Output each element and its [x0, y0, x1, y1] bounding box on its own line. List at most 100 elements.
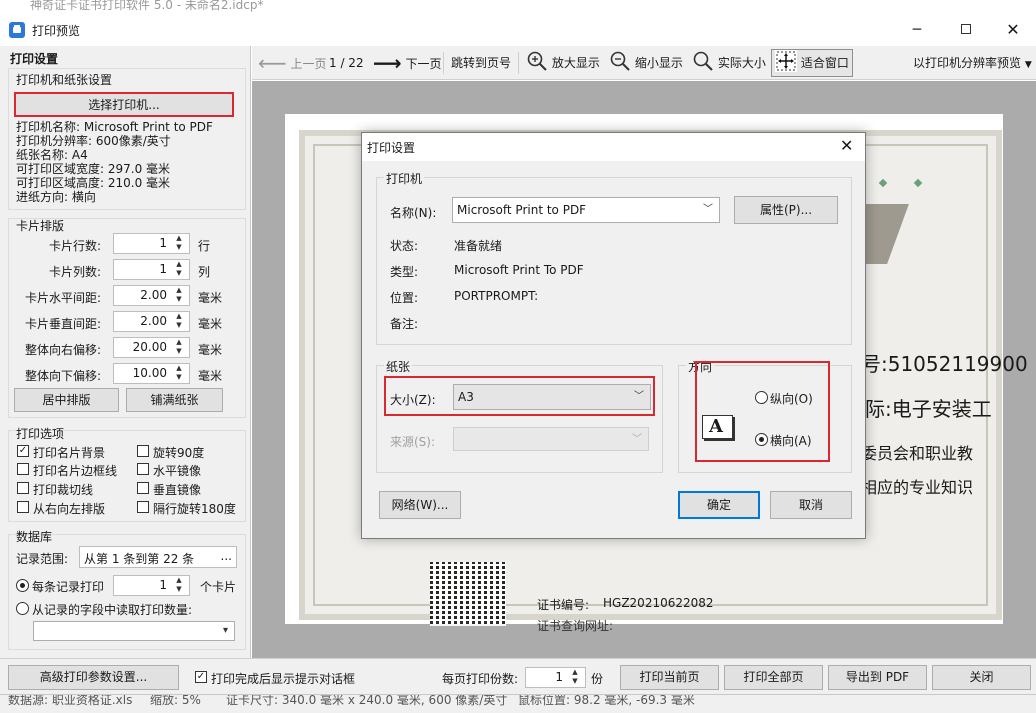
next-page-button[interactable]: ⟶ 下一页: [373, 48, 442, 78]
vmirror-checkbox[interactable]: [137, 482, 149, 494]
zoom-in-label: 放大显示: [551, 56, 600, 70]
alt-rotate-label: 隔行旋转180度: [153, 502, 236, 516]
offset-down-unit: 毫米: [198, 369, 223, 383]
copies-spinner[interactable]: 1 ▲ ▼: [525, 667, 586, 688]
print-current-button[interactable]: 打印当前页: [620, 665, 719, 690]
status-zoom: 缩放: 5%: [150, 694, 201, 707]
maximize-button[interactable]: [942, 14, 988, 46]
spinner-arrows-icon[interactable]: ▲ ▼: [173, 234, 185, 253]
rtl-layout-checkbox[interactable]: [17, 501, 29, 513]
resolution-preview-dropdown[interactable]: 以打印机分辨率预览 ▼: [913, 48, 1032, 78]
zoom-in-button[interactable]: 放大显示: [526, 48, 600, 78]
v-spacing-label: 卡片垂直间距:: [25, 317, 102, 331]
fit-window-button[interactable]: 适合窗口: [771, 49, 853, 77]
dialog-ok-button[interactable]: 确定: [678, 491, 760, 519]
cols-spinner[interactable]: 1 ▲ ▼: [113, 259, 190, 280]
prev-page-button[interactable]: ⟵ 上一页: [258, 48, 327, 78]
minimize-icon: ─: [912, 22, 922, 38]
fit-window-icon: [775, 50, 797, 72]
show-prompt-checkbox[interactable]: ✓: [195, 671, 207, 683]
offset-right-spinner[interactable]: 20.00 ▲ ▼: [113, 337, 190, 358]
dialog-source-label: 来源(S):: [390, 435, 436, 449]
vmirror-label: 垂直镜像: [153, 483, 202, 497]
dialog-properties-button[interactable]: 属性(P)...: [734, 196, 838, 224]
each-record-spinner[interactable]: 1 ▲ ▼: [113, 575, 190, 596]
close-window-button[interactable]: ✕: [990, 14, 1036, 46]
v-spacing-unit: 毫米: [198, 317, 223, 331]
range-field[interactable]: 从第 1 条到第 22 条 ...: [79, 546, 237, 568]
spinner-arrows-icon[interactable]: ▲ ▼: [173, 260, 185, 279]
printer-info-width: 可打印区域宽度: 297.0 毫米: [16, 162, 171, 176]
spinner-arrows-icon[interactable]: ▲ ▼: [173, 364, 185, 383]
jump-page-button[interactable]: 跳转到页号: [451, 48, 511, 78]
dialog-cancel-button[interactable]: 取消: [770, 491, 852, 519]
copies-label: 每页打印份数:: [442, 672, 519, 686]
zoom-out-button[interactable]: 缩小显示: [609, 48, 683, 78]
app-icon: [9, 22, 25, 38]
h-spacing-label: 卡片水平间距:: [25, 291, 102, 305]
zoom-in-icon: [526, 50, 548, 72]
dialog-title: 打印设置: [367, 141, 416, 155]
v-spacing-spinner[interactable]: 2.00 ▲ ▼: [113, 311, 190, 332]
fit-window-label: 适合窗口: [800, 56, 849, 70]
chevron-down-icon: ﹀: [632, 434, 642, 445]
zoom-out-label: 缩小显示: [634, 56, 683, 70]
dialog-printer-value: Microsoft Print to PDF: [457, 203, 587, 217]
qr-code: [430, 562, 506, 626]
range-label: 记录范围:: [16, 552, 69, 566]
dialog-name-label: 名称(N):: [390, 206, 437, 220]
export-pdf-button[interactable]: 导出到 PDF: [828, 665, 927, 690]
from-field-radio[interactable]: [16, 602, 29, 615]
minimize-button[interactable]: ─: [894, 14, 940, 46]
dialog-printer-select[interactable]: Microsoft Print to PDF ﹀: [452, 197, 720, 223]
arrow-right-icon: ⟶: [373, 51, 402, 75]
printer-info-resolution: 打印机分辨率: 600像素/英寸: [16, 134, 171, 148]
print-border-checkbox[interactable]: [17, 463, 29, 475]
alt-rotate-checkbox[interactable]: [137, 501, 149, 513]
cols-unit: 列: [198, 265, 211, 279]
hmirror-checkbox[interactable]: [137, 463, 149, 475]
title-bar: 打印预览 ─ ✕: [0, 14, 1036, 46]
fill-paper-button[interactable]: 铺满纸张: [126, 388, 223, 412]
print-all-button[interactable]: 打印全部页: [724, 665, 823, 690]
print-cutline-checkbox[interactable]: [17, 482, 29, 494]
dialog-source-select[interactable]: ﹀: [453, 427, 649, 451]
spinner-arrows-icon[interactable]: ▲ ▼: [173, 312, 185, 331]
field-select[interactable]: ▾: [33, 621, 235, 641]
spinner-arrows-icon[interactable]: ▲ ▼: [569, 668, 581, 687]
printer-info-name: 打印机名称: Microsoft Print to PDF: [16, 120, 213, 134]
actual-size-button[interactable]: 实际大小: [692, 48, 766, 78]
dialog-close-button[interactable]: ✕: [840, 137, 853, 155]
toolbar-separator: [518, 52, 519, 74]
print-background-checkbox[interactable]: ✓: [17, 445, 29, 457]
left-panel: 打印设置 打印机和纸张设置 选择打印机... 打印机名称: Microsoft …: [0, 46, 251, 658]
center-layout-button[interactable]: 居中排版: [14, 388, 119, 412]
status-datasource: 数据源: 职业资格证.xls: [8, 694, 133, 707]
show-prompt-label: 打印完成后显示提示对话框: [211, 672, 356, 686]
select-printer-highlight: [14, 92, 234, 117]
offset-down-spinner[interactable]: 10.00 ▲ ▼: [113, 363, 190, 384]
rotate90-checkbox[interactable]: [137, 445, 149, 457]
rows-label: 卡片行数:: [49, 239, 102, 253]
status-mouse-pos: 鼠标位置: 98.2 毫米, -69.3 毫米: [518, 694, 695, 707]
h-spacing-spinner[interactable]: 2.00 ▲ ▼: [113, 285, 190, 306]
left-panel-header: 打印设置: [10, 52, 59, 66]
spinner-arrows-icon[interactable]: ▲ ▼: [173, 286, 185, 305]
magnifier-icon: [692, 50, 714, 72]
dialog-title-bar: 打印设置 ✕: [362, 133, 865, 161]
background-app-title: 神奇证卡证书打印软件 5.0 - 未命名2.idcp*: [0, 0, 1036, 14]
dialog-network-button[interactable]: 网络(W)...: [379, 491, 461, 519]
range-more-button[interactable]: ...: [221, 549, 232, 563]
each-record-radio[interactable]: [16, 579, 29, 592]
rows-spinner[interactable]: 1 ▲ ▼: [113, 233, 190, 254]
dialog-comment-label: 备注:: [390, 317, 419, 331]
print-settings-dialog: 打印设置 ✕ 打印机 名称(N): Microsoft Print to PDF…: [361, 132, 866, 539]
cert-query-text: 证书查询网址:: [537, 619, 614, 633]
spinner-arrows-icon[interactable]: ▲ ▼: [173, 576, 185, 595]
offset-right-unit: 毫米: [198, 343, 223, 357]
spinner-arrows-icon[interactable]: ▲ ▼: [173, 338, 185, 357]
next-page-label: 下一页: [405, 57, 442, 71]
close-button[interactable]: 关闭: [932, 665, 1031, 690]
print-border-label: 打印名片边框线: [33, 464, 118, 478]
advanced-settings-button[interactable]: 高级打印参数设置...: [8, 665, 179, 690]
